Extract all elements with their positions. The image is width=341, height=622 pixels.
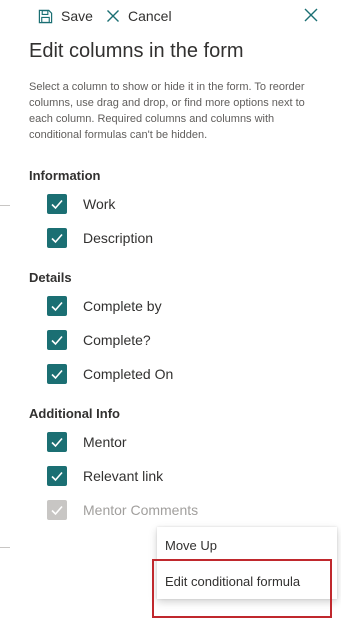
panel-description: Select a column to show or hide it in th…	[29, 81, 305, 141]
column-label: Relevant link	[83, 468, 164, 484]
column-toggle-mentor-comments[interactable]: Mentor Comments	[47, 499, 198, 521]
checkmark-icon	[51, 437, 63, 448]
section-header-information: Information	[29, 168, 101, 183]
save-icon	[38, 9, 53, 23]
column-label: Completed On	[83, 366, 174, 382]
column-label: Mentor Comments	[83, 502, 199, 518]
checkmark-icon	[51, 505, 63, 516]
checkmark-icon	[51, 471, 63, 482]
column-toggle-description[interactable]: Description	[47, 227, 153, 249]
save-button[interactable]: Save	[38, 5, 93, 27]
divider	[0, 205, 10, 206]
column-toggle-complete-by[interactable]: Complete by	[47, 295, 162, 317]
checkbox[interactable]	[47, 296, 67, 316]
page-title: Edit columns in the form	[29, 40, 244, 62]
column-toggle-mentor[interactable]: Mentor	[47, 431, 127, 453]
section-header-additional-info: Additional Info	[29, 406, 120, 421]
checkmark-icon	[51, 199, 63, 210]
cancel-button[interactable]: Cancel	[106, 5, 172, 27]
checkmark-icon	[51, 369, 63, 380]
column-label: Complete by	[83, 298, 162, 314]
cancel-icon	[107, 10, 119, 22]
column-toggle-complete[interactable]: Complete?	[47, 329, 151, 351]
checkbox[interactable]	[47, 466, 67, 486]
checkmark-icon	[51, 233, 63, 244]
menu-item-label: Edit conditional formula	[165, 573, 301, 589]
column-label: Complete?	[83, 332, 151, 348]
column-toggle-relevant-link[interactable]: Relevant link	[47, 465, 163, 487]
column-label: Mentor	[83, 434, 127, 450]
close-icon	[304, 8, 318, 22]
checkbox[interactable]	[47, 228, 67, 248]
column-toggle-completed-on[interactable]: Completed On	[47, 363, 173, 385]
menu-item-label: Move Up	[165, 537, 218, 553]
checkbox[interactable]	[47, 432, 67, 452]
checkbox[interactable]	[47, 364, 67, 384]
menu-item-move-up[interactable]: Move Up	[157, 527, 337, 563]
menu-item-edit-conditional-formula[interactable]: Edit conditional formula	[157, 563, 337, 599]
context-menu: Move Up Edit conditional formula	[157, 527, 337, 599]
section-header-details: Details	[29, 270, 72, 285]
cancel-label: Cancel	[128, 8, 172, 24]
checkmark-icon	[51, 335, 63, 346]
column-label: Description	[83, 230, 154, 246]
save-label: Save	[61, 8, 93, 24]
edit-columns-panel: Save Cancel Edit columns in the form Sel…	[0, 0, 341, 622]
column-toggle-work[interactable]: Work	[47, 193, 115, 215]
checkbox-disabled	[47, 500, 67, 520]
checkmark-icon	[51, 301, 63, 312]
close-button[interactable]	[302, 6, 320, 24]
checkbox[interactable]	[47, 194, 67, 214]
divider	[0, 547, 10, 548]
toolbar: Save Cancel	[0, 0, 341, 32]
checkbox[interactable]	[47, 330, 67, 350]
column-label: Work	[83, 196, 116, 212]
